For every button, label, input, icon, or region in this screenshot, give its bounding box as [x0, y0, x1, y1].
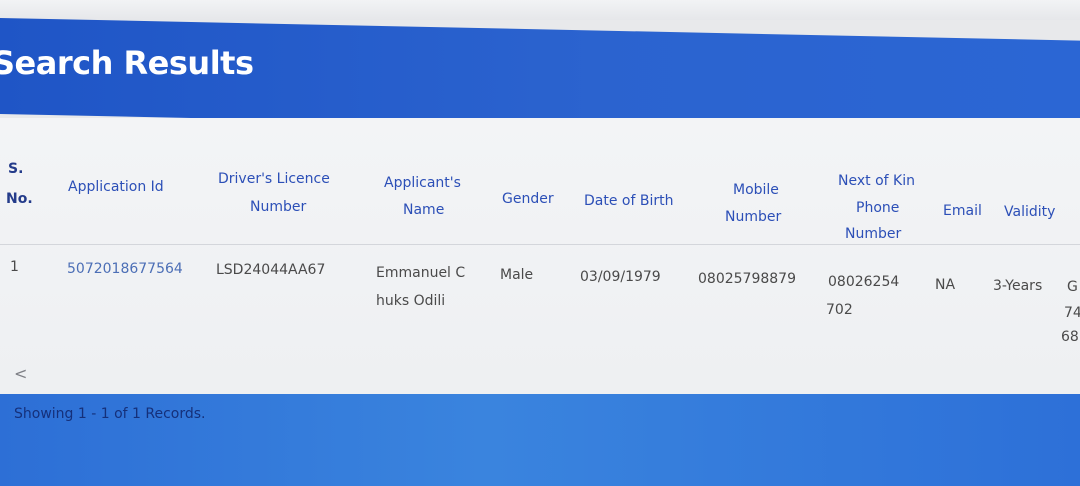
header-nok-1[interactable]: Next of Kin: [838, 168, 915, 194]
cell-nok-1: 08026254: [828, 274, 900, 290]
cell-dob: 03/09/1979: [580, 269, 661, 285]
cell-validity: 3-Years: [993, 278, 1043, 294]
header-sno-2: No.: [6, 191, 33, 207]
header-mobile-1[interactable]: Mobile: [733, 177, 779, 203]
header-applicant-1[interactable]: Applicant's: [384, 170, 461, 196]
header-application-id[interactable]: Application Id: [68, 174, 164, 200]
page-title: Search Results: [0, 44, 254, 82]
header-divider: [0, 244, 1080, 245]
cell-extra-2: 74: [1064, 305, 1080, 321]
cell-licence: LSD24044AA67: [216, 262, 326, 278]
cell-email: NA: [935, 277, 956, 293]
top-strip: [0, 0, 1080, 20]
header-validity[interactable]: Validity: [1004, 199, 1055, 225]
header-licence-2[interactable]: Number: [250, 194, 306, 220]
records-count: Showing 1 - 1 of 1 Records.: [14, 406, 206, 422]
cell-name-1: Emmanuel C: [376, 265, 466, 281]
cell-mobile: 08025798879: [698, 271, 796, 287]
chevron-left-icon[interactable]: <: [14, 364, 27, 383]
header-mobile-2[interactable]: Number: [725, 204, 781, 230]
cell-nok-2: 702: [826, 302, 853, 318]
header-email[interactable]: Email: [943, 198, 982, 224]
cell-extra-3: 68: [1061, 329, 1079, 345]
cell-extra-1: G: [1067, 279, 1078, 295]
header-dob[interactable]: Date of Birth: [584, 188, 673, 214]
cell-sno: 1: [10, 259, 19, 275]
cell-application-id[interactable]: 5072018677564: [67, 256, 183, 282]
header-gender[interactable]: Gender: [502, 186, 554, 212]
header-sno-1: S.: [8, 161, 24, 177]
header-licence-1[interactable]: Driver's Licence: [218, 166, 330, 192]
cell-name-2: huks Odili: [376, 293, 446, 309]
header-applicant-2[interactable]: Name: [403, 197, 444, 223]
header-nok-2[interactable]: Phone: [856, 195, 899, 221]
cell-gender: Male: [500, 267, 534, 283]
